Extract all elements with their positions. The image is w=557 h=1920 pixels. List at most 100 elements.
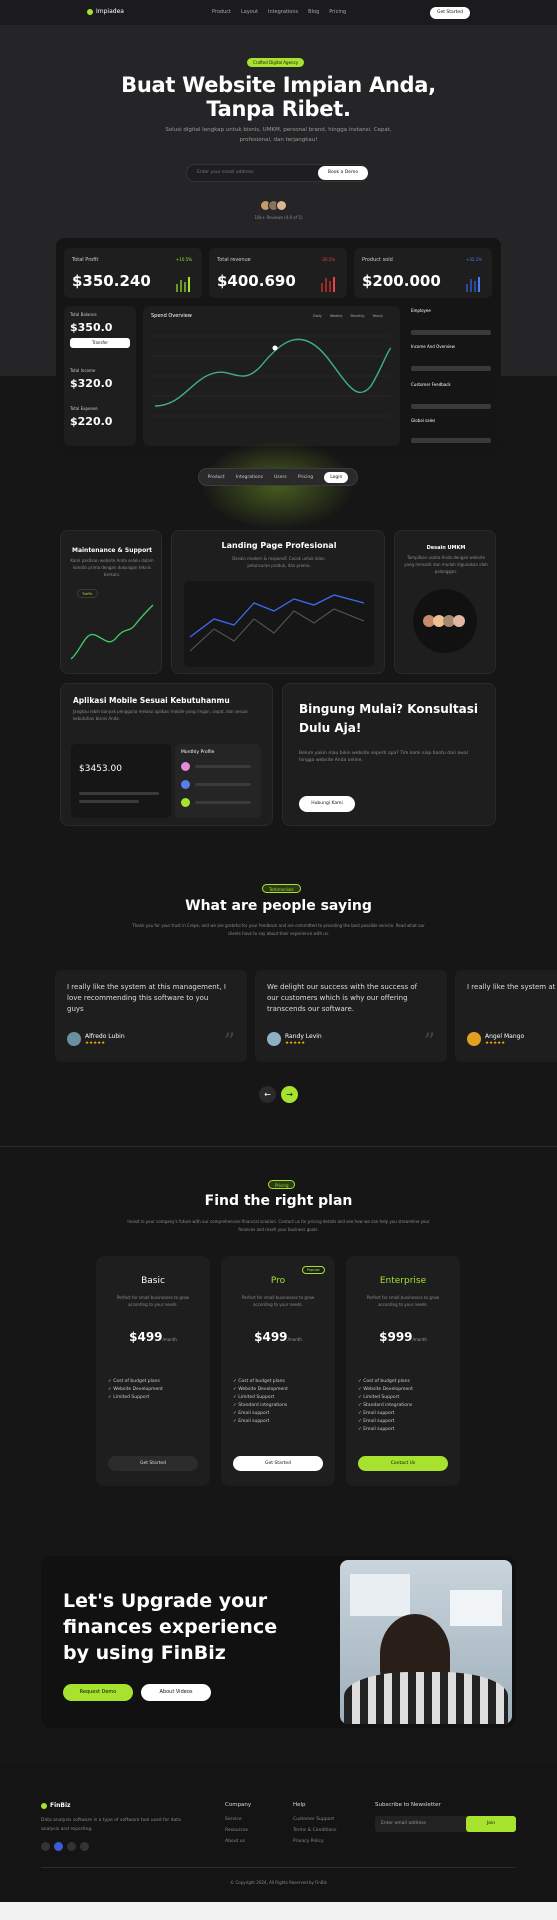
feature-item: Email support xyxy=(363,1419,395,1424)
plan-desc: Perfect for small businesses to grow acc… xyxy=(241,1295,315,1307)
plan-price: $499/month xyxy=(221,1330,335,1344)
progress-bar xyxy=(411,438,491,443)
balance-label: Total Balance xyxy=(70,312,97,317)
plan-cta-button[interactable]: Get Started xyxy=(108,1456,198,1471)
twitter-icon[interactable] xyxy=(41,1842,50,1851)
transfer-button[interactable]: Transfer xyxy=(70,338,130,348)
divider xyxy=(0,1146,557,1147)
divider xyxy=(41,1867,516,1868)
testimonials-title: What are people saying xyxy=(185,898,372,914)
pricing-title: Find the right plan xyxy=(204,1193,353,1209)
income-value: $320.0 xyxy=(70,377,113,390)
tab-pricing[interactable]: Pricing xyxy=(298,475,313,480)
price-value: $499 xyxy=(129,1330,163,1344)
stat-card-sold: Product sold +32.1% $200.000 xyxy=(354,248,492,298)
upgrade-title-line: finances experience xyxy=(63,1616,278,1638)
avatar xyxy=(467,1032,481,1046)
footer-link[interactable]: Service xyxy=(225,1814,248,1825)
instagram-icon[interactable] xyxy=(67,1842,76,1851)
tab-product[interactable]: Product xyxy=(208,475,225,480)
landing-chart-panel xyxy=(184,581,374,667)
filter-daily[interactable]: Daily xyxy=(313,314,322,318)
plan-card-enterprise: Enterprise Perfect for small businesses … xyxy=(346,1256,460,1486)
prev-arrow-icon[interactable]: ← xyxy=(259,1086,276,1103)
next-arrow-icon[interactable]: → xyxy=(281,1086,298,1103)
logo-dot-icon xyxy=(87,8,93,15)
service-mobile-app: Aplikasi Mobile Sesuai Kebutuhanmu Jangk… xyxy=(60,683,273,826)
balance-card: Total Balance $350.0 Transfer Total Inco… xyxy=(64,306,136,446)
contact-us-button[interactable]: Hubungi Kami xyxy=(299,796,355,812)
tab-login[interactable]: Login xyxy=(324,471,349,483)
office-photo xyxy=(340,1560,512,1724)
plan-price: $999/month xyxy=(346,1330,460,1344)
testimonial-name: Angel Mango xyxy=(485,1033,525,1040)
request-demo-button[interactable]: Request Demo xyxy=(63,1684,133,1701)
expense-value: $220.0 xyxy=(70,415,113,428)
testimonial-quote: We delight our success with the success … xyxy=(267,983,418,1013)
price-period: /month xyxy=(162,1337,177,1342)
bar-sparkline xyxy=(466,276,480,292)
team-avatars xyxy=(423,615,465,627)
feature-item: Cost of budget plans xyxy=(113,1379,160,1384)
stat-value: $400.690 xyxy=(217,272,296,290)
plan-card-basic: Basic Perfect for small businesses to gr… xyxy=(96,1256,210,1486)
tab-users[interactable]: Users xyxy=(274,475,287,480)
get-started-button[interactable]: Get Started xyxy=(430,7,470,19)
plan-price: $499/month xyxy=(96,1330,210,1344)
traffic-line-chart xyxy=(70,604,154,660)
footer-link[interactable]: Customer Support xyxy=(293,1814,336,1825)
footer-link[interactable]: About us xyxy=(225,1836,248,1847)
plan-cta-button[interactable]: Get Started xyxy=(233,1456,323,1471)
stat-label: Total revenue xyxy=(217,257,251,263)
nav-link-integrations[interactable]: Integrations xyxy=(268,9,298,15)
testimonials-subtitle: Thank you for your trust in Crepe, and w… xyxy=(132,923,425,936)
tab-integrations[interactable]: Integrations xyxy=(236,475,263,480)
footer-brand: FinBiz xyxy=(41,1802,71,1809)
pricing-badge: Pricing xyxy=(268,1180,296,1189)
facebook-icon[interactable] xyxy=(54,1842,63,1851)
expense-label: Total Expense xyxy=(70,406,98,411)
nav-link-layout[interactable]: Layout xyxy=(241,9,258,15)
plan-card-pro: Popular Pro Perfect for small businesses… xyxy=(221,1256,335,1486)
brand-logo[interactable]: Impiadea xyxy=(87,8,124,15)
service-title: Landing Page Profesional xyxy=(221,541,337,550)
footer-link[interactable]: Privacy Policy xyxy=(293,1836,336,1847)
service-landing-page: Landing Page Profesional Desain modern &… xyxy=(171,530,385,674)
about-videos-button[interactable]: About Videos xyxy=(141,1684,211,1701)
hero-subtitle: Solusi digital lengkap untuk bisnis, UMK… xyxy=(165,127,392,143)
newsletter-join-button[interactable]: Join xyxy=(466,1816,516,1832)
hero-title-line2: Tanpa Ribet. xyxy=(206,97,351,121)
footer-desc: Data analysis software is a type of soft… xyxy=(41,1818,181,1832)
avatar xyxy=(67,1032,81,1046)
progress-bar xyxy=(411,404,491,409)
nav-link-product[interactable]: Product xyxy=(212,9,231,15)
profile-icon xyxy=(181,780,190,789)
footer-link[interactable]: Resources xyxy=(225,1825,248,1836)
filter-monthly[interactable]: Monthly xyxy=(351,314,365,318)
page-bottom-strip xyxy=(0,1902,557,1920)
nav-link-blog[interactable]: Blog xyxy=(308,9,319,15)
upgrade-title: Let's Upgrade your finances experience b… xyxy=(63,1588,277,1666)
newsletter-title: Subscribe to Newsletter xyxy=(375,1802,441,1808)
hero-badge: Crafted Digital Agency xyxy=(247,58,305,67)
income-label: Total Income xyxy=(70,368,96,373)
rating-stars: ★★★★★ xyxy=(85,1041,106,1046)
github-icon[interactable] xyxy=(80,1842,89,1851)
bar-sparkline xyxy=(321,276,335,292)
rating-stars: ★★★★★ xyxy=(285,1041,306,1046)
monthly-title: Monthly Profile xyxy=(181,750,215,755)
service-title: Desain UMKM xyxy=(426,545,466,551)
footer-link[interactable]: Terms & Conditions xyxy=(293,1825,336,1836)
testimonial-quote: I really like the system at this managem… xyxy=(67,983,227,1013)
stat-label: Product sold xyxy=(362,257,393,263)
book-demo-button[interactable]: Book a Demo xyxy=(318,166,368,180)
plan-cta-button[interactable]: Contact Us xyxy=(358,1456,448,1471)
filter-yearly[interactable]: Yearly xyxy=(373,314,383,318)
dashboard-preview: Total Profit +10.5% $350.240 Total reven… xyxy=(56,238,501,454)
filter-weekly[interactable]: Weekly xyxy=(330,314,343,318)
nav-link-pricing[interactable]: Pricing xyxy=(329,9,346,15)
rating-stars: ★★★★★ xyxy=(485,1041,506,1046)
price-value: $999 xyxy=(379,1330,413,1344)
whiteboard-shape xyxy=(450,1590,502,1626)
whiteboard-shape xyxy=(350,1574,410,1616)
